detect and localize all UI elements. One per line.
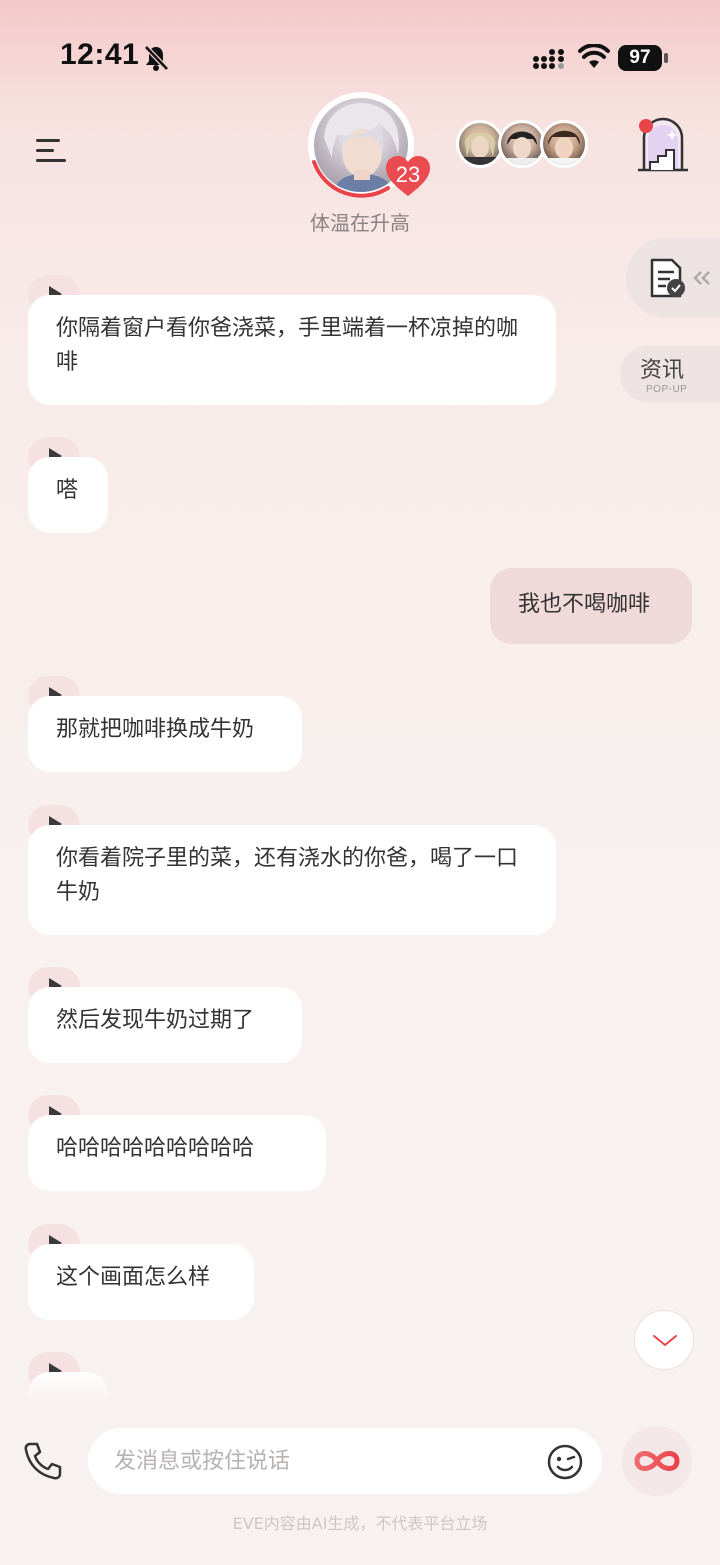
cellular-signal-icon [533,49,564,69]
battery-cap [664,53,668,63]
popup-news-sublabel: POP-UP [646,384,688,395]
character-thumbnail-3[interactable] [540,120,588,168]
character-thumbnail-1[interactable] [456,120,504,168]
message-bubble: 你隔着窗户看你爸浇菜，手里端着一杯凉掉的咖啡 [28,295,556,405]
message-bubble: 你看着院子里的菜，还有浇水的你爸，喝了一口牛奶 [28,825,556,935]
menu-line [36,149,54,152]
character-status: 体温在升高 [310,211,410,235]
portrait-icon [547,130,581,165]
message-bubble: 那就把咖啡换成牛奶 [28,696,302,772]
chevron-down-icon [653,1335,677,1347]
message-input-container [88,1428,602,1494]
message-user: 我也不喝咖啡 [490,568,692,644]
scene-portal-icon[interactable] [636,116,690,172]
menu-button[interactable] [36,135,70,165]
document-check-icon [650,258,685,298]
message-input[interactable] [114,1442,534,1480]
battery-level: 97 [618,45,662,71]
infinity-mode-button[interactable] [622,1426,692,1496]
message-bubble: 哈哈哈哈哈哈哈哈哈 [28,1115,326,1191]
status-time: 12:41 [60,38,140,71]
message-bubble-partial [28,1372,108,1402]
bell-muted-icon [144,45,169,71]
popup-news-label: 资讯 [640,358,685,383]
message-bubble: 嗒 [28,457,108,533]
battery-indicator: 97 [618,45,668,71]
message-bubble: 然后发现牛奶过期了 [28,987,302,1063]
phone-call-icon[interactable] [22,1440,64,1482]
double-chevron-left-icon [693,271,710,285]
menu-line [36,139,60,142]
character-thumbnail-2[interactable] [498,120,546,168]
message-bubble: 这个画面怎么样 [28,1244,254,1320]
portrait-icon [505,131,539,165]
infinity-icon [634,1451,680,1471]
ai-disclaimer: EVE内容由AI生成，不代表平台立场 [232,1514,488,1533]
task-panel-toggle[interactable] [626,238,720,318]
scroll-down-button[interactable] [634,1310,694,1370]
portrait-icon [463,132,497,165]
wifi-icon [578,44,610,68]
emoji-wink-icon[interactable] [546,1443,584,1481]
menu-line [36,159,66,162]
affection-value: 23 [395,162,421,187]
